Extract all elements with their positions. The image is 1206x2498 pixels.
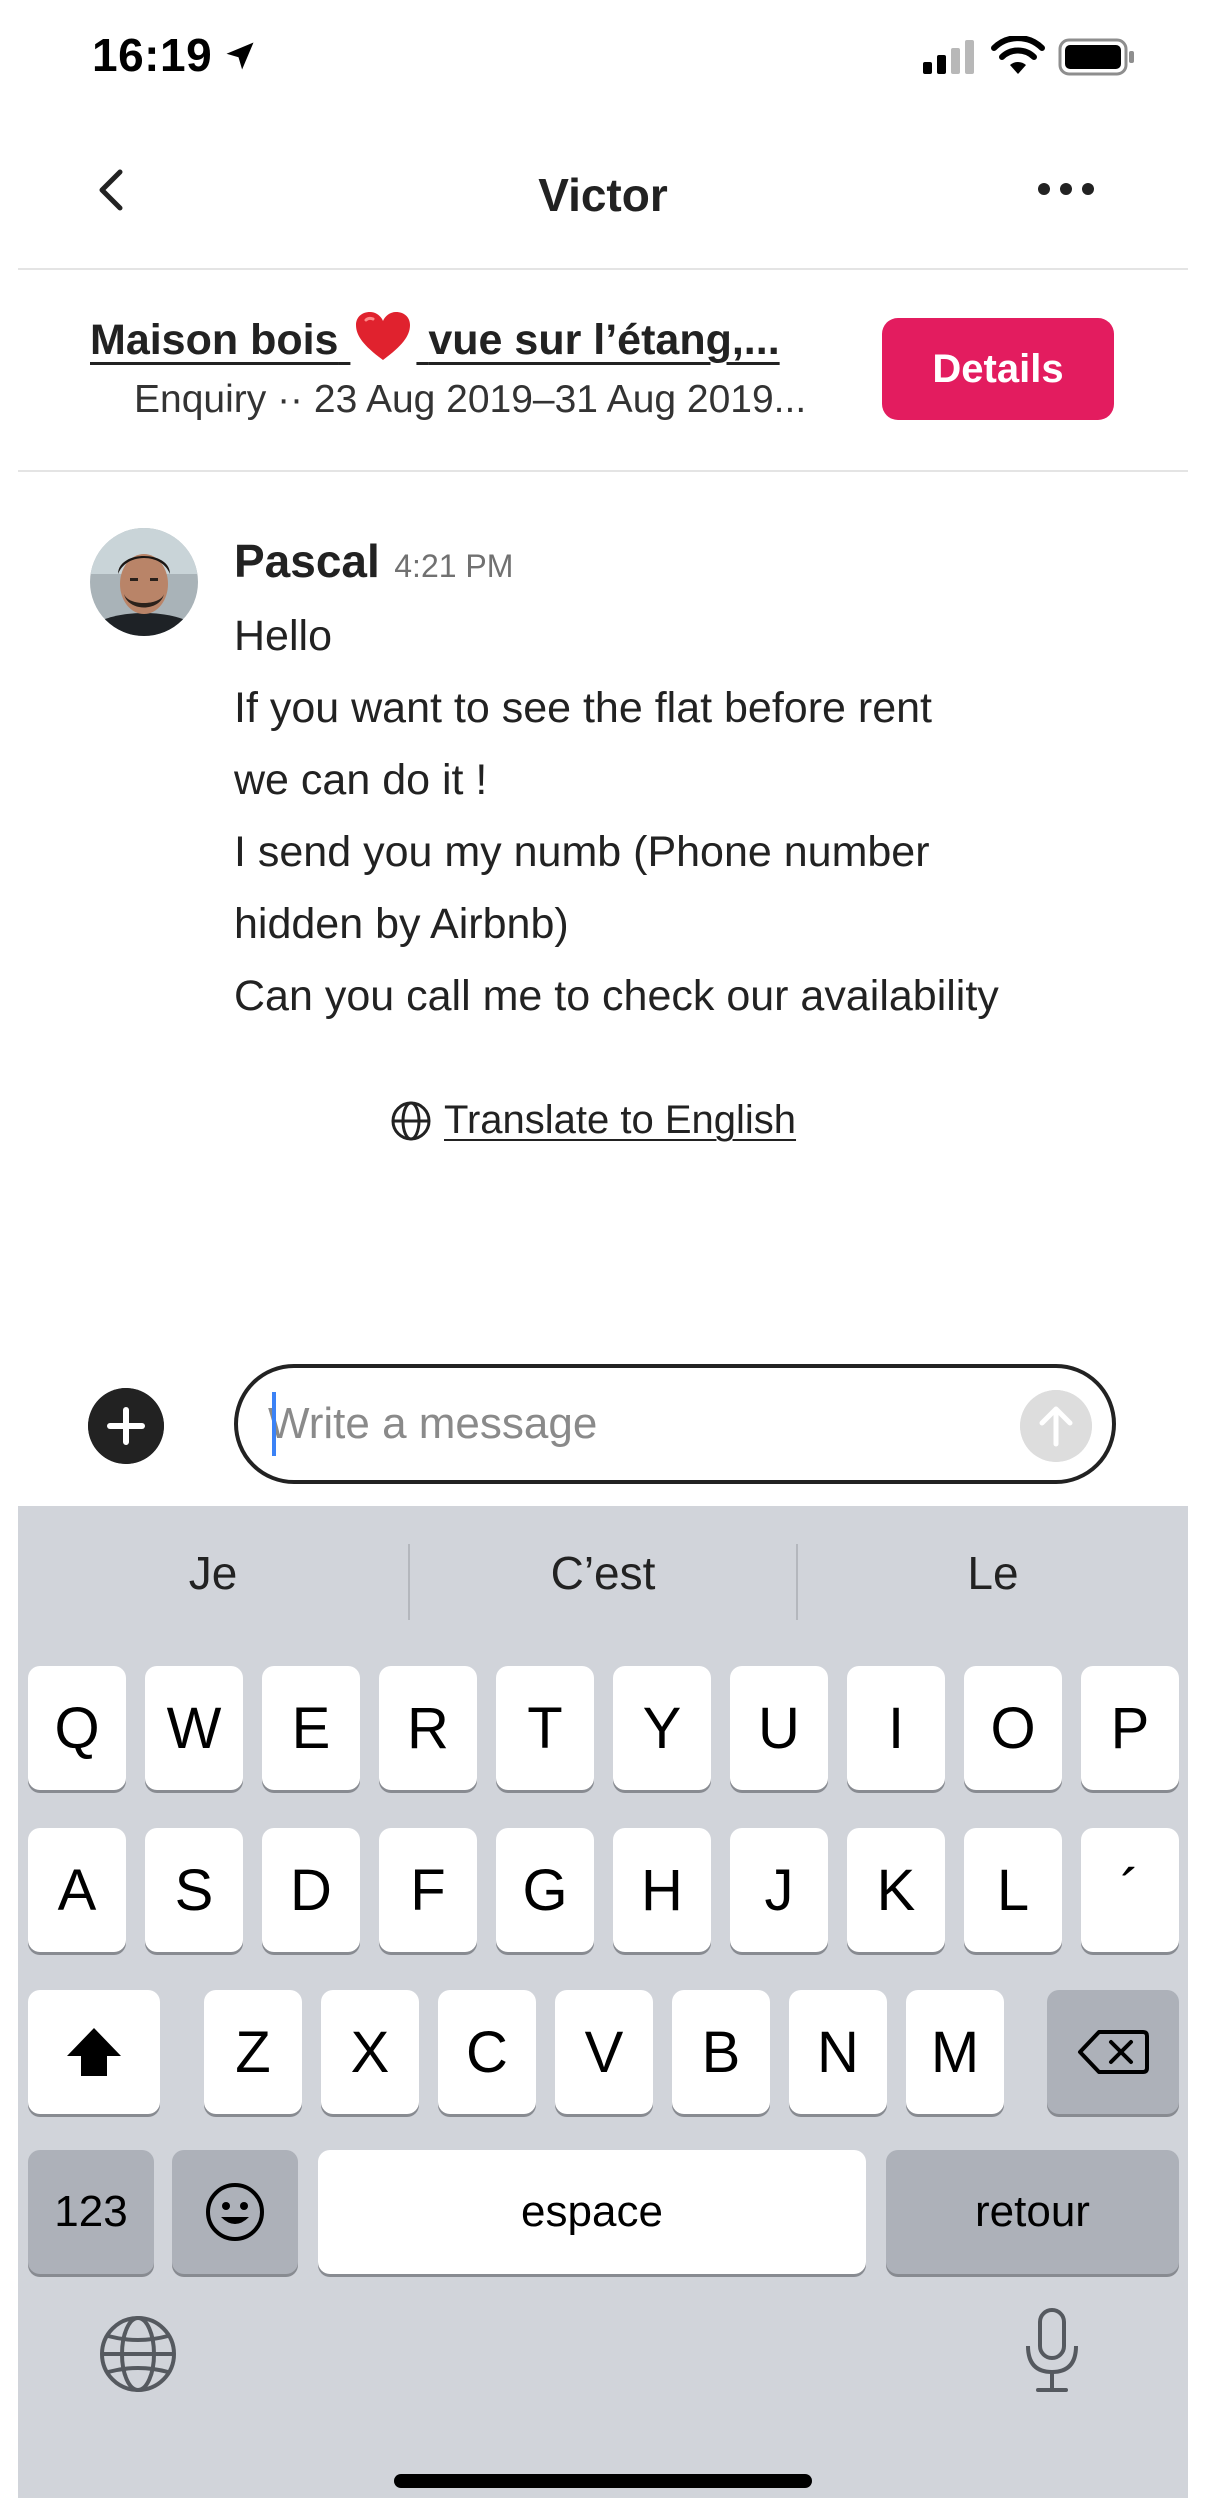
message-line: Can you call me to check our availabilit… [234, 972, 999, 1020]
globe-icon [391, 1101, 431, 1140]
status-bar: 16:19 [0, 0, 1206, 112]
keyboard: Je C’est Le Q W E R T Y U I O P A S D F … [18, 1506, 1188, 2498]
message-line: we can do it ! [234, 756, 488, 804]
shift-icon [67, 2028, 121, 2076]
sender-avatar[interactable] [90, 528, 198, 636]
text-caret [272, 1392, 276, 1456]
key-c[interactable]: C [438, 1990, 536, 2114]
listing-title-part1: Maison bois [90, 316, 339, 364]
key-f[interactable]: F [379, 1828, 477, 1952]
cellular-signal-icon [923, 40, 974, 74]
space-key[interactable]: espace [318, 2150, 866, 2274]
shift-key[interactable] [28, 1990, 160, 2114]
translate-label: Translate to English [444, 1098, 797, 1142]
details-button[interactable]: Details [882, 318, 1114, 420]
message-line: hidden by Airbnb) [234, 900, 569, 948]
key-a[interactable]: A [28, 1828, 126, 1952]
translate-button[interactable]: Translate to English [390, 1098, 796, 1143]
home-indicator[interactable] [394, 2474, 812, 2488]
message-time: 4:21 PM [394, 548, 514, 584]
key-j[interactable]: J [730, 1828, 828, 1952]
key-s[interactable]: S [145, 1828, 243, 1952]
key-k[interactable]: K [847, 1828, 945, 1952]
key-g[interactable]: G [496, 1828, 594, 1952]
key-d[interactable]: D [262, 1828, 360, 1952]
key-u[interactable]: U [730, 1666, 828, 1790]
nav-header: Victor [18, 112, 1188, 270]
delete-key[interactable] [1047, 1990, 1179, 2114]
sender-name: Pascal [234, 535, 380, 587]
listing-title-part2: vue sur l’étang,... [428, 316, 780, 364]
key-n[interactable]: N [789, 1990, 887, 2114]
conversation-title: Victor [538, 169, 668, 221]
emoji-icon [206, 2183, 264, 2241]
key-w[interactable]: W [145, 1666, 243, 1790]
key-accent[interactable]: ´ [1081, 1828, 1179, 1952]
emoji-key[interactable] [172, 2150, 298, 2274]
wifi-icon [991, 36, 1045, 74]
return-key[interactable]: retour [886, 2150, 1179, 2274]
microphone-icon[interactable] [1022, 2306, 1082, 2396]
add-attachment-icon[interactable] [88, 1388, 164, 1464]
key-x[interactable]: X [321, 1990, 419, 2114]
message-body: Hello If you want to see the flat before… [234, 600, 1144, 1032]
globe-icon[interactable] [98, 2314, 178, 2394]
status-time: 16:19 [92, 29, 213, 81]
key-o[interactable]: O [964, 1666, 1062, 1790]
battery-icon [1058, 38, 1134, 76]
predictive-bar: Je C’est Le [18, 1506, 1188, 1656]
heart-emoji-icon [356, 312, 411, 360]
key-m[interactable]: M [906, 1990, 1004, 2114]
location-arrow-icon [226, 42, 254, 70]
key-i[interactable]: I [847, 1666, 945, 1790]
key-r[interactable]: R [379, 1666, 477, 1790]
listing-title-link[interactable]: Maison bois vue sur l’étang,... [90, 310, 850, 365]
key-t[interactable]: T [496, 1666, 594, 1790]
suggestion-1[interactable]: Je [18, 1546, 408, 1600]
key-h[interactable]: H [613, 1828, 711, 1952]
more-options-icon[interactable] [1036, 174, 1096, 204]
message-line: Hello [234, 612, 332, 660]
key-b[interactable]: B [672, 1990, 770, 2114]
key-z[interactable]: Z [204, 1990, 302, 2114]
message-composer [234, 1364, 1116, 1484]
suggestion-3[interactable]: Le [798, 1546, 1188, 1600]
key-e[interactable]: E [262, 1666, 360, 1790]
suggestion-2[interactable]: C’est [408, 1546, 798, 1600]
message-line: I send you my numb (Phone number [234, 828, 930, 876]
message-input[interactable] [268, 1388, 1008, 1460]
key-y[interactable]: Y [613, 1666, 711, 1790]
key-q[interactable]: Q [28, 1666, 126, 1790]
message-header: Pascal 4:21 PM [234, 534, 513, 588]
key-v[interactable]: V [555, 1990, 653, 2114]
listing-subtitle: Enquiry ·· 23 Aug 2019–31 Aug 2019... [134, 378, 807, 421]
key-p[interactable]: P [1081, 1666, 1179, 1790]
key-l[interactable]: L [964, 1828, 1062, 1952]
listing-header: Maison bois vue sur l’étang,... Enquiry … [18, 270, 1188, 472]
message-line: If you want to see the flat before rent [234, 684, 932, 732]
delete-icon [1078, 2030, 1149, 2074]
numbers-key[interactable]: 123 [28, 2150, 154, 2274]
send-arrow-icon[interactable] [1020, 1390, 1092, 1462]
